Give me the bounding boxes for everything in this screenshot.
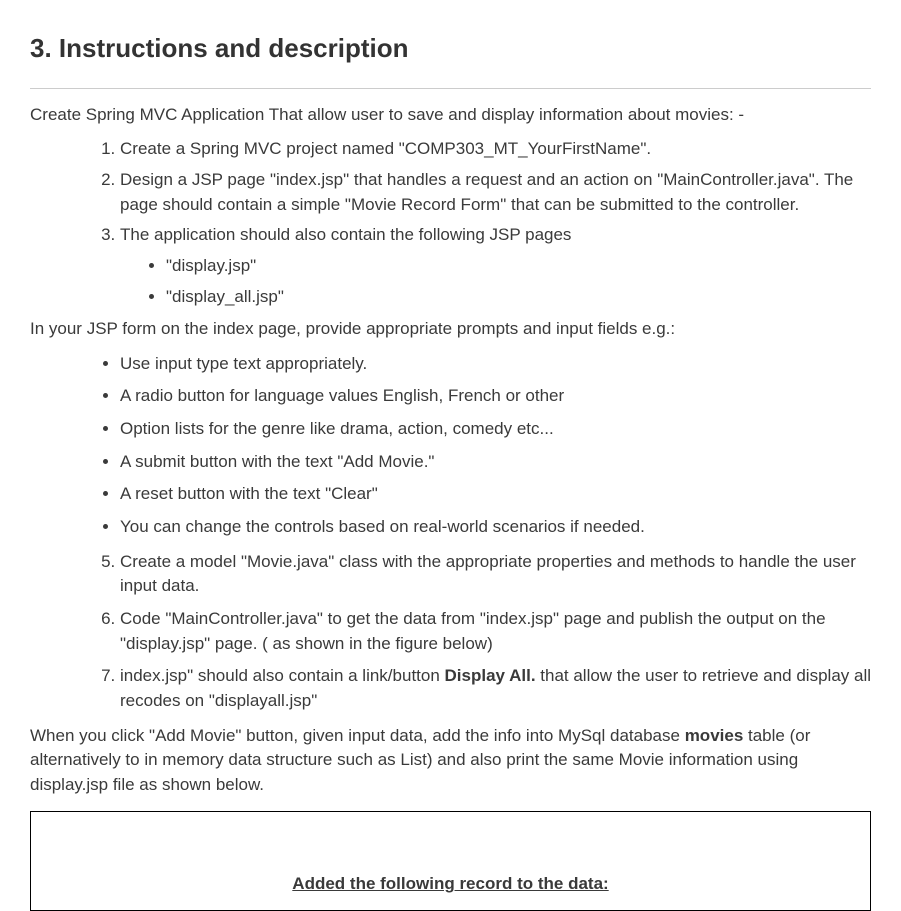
closing-paragraph: When you click "Add Movie" button, given… <box>30 724 871 798</box>
list-item: A radio button for language values Engli… <box>120 384 871 409</box>
list-item: "display.jsp" <box>166 254 871 279</box>
list-item-text: The application should also contain the … <box>120 225 571 244</box>
result-box-title: Added the following record to the data: <box>292 874 608 893</box>
list-item: index.jsp" should also contain a link/bu… <box>120 664 871 713</box>
list-item: Use input type text appropriately. <box>120 352 871 377</box>
movies-table-label: movies <box>685 726 744 745</box>
section-heading: 3. Instructions and description <box>30 30 871 68</box>
list-item: Create a model "Movie.java" class with t… <box>120 550 871 599</box>
list-item: Design a JSP page "index.jsp" that handl… <box>120 168 871 217</box>
result-box: Added the following record to the data: <box>30 811 871 911</box>
display-all-label: Display All. <box>445 666 536 685</box>
list-item: A submit button with the text "Add Movie… <box>120 450 871 475</box>
list-item: Code "MainController.java" to get the da… <box>120 607 871 656</box>
list-item: A reset button with the text "Clear" <box>120 482 871 507</box>
list-item: Option lists for the genre like drama, a… <box>120 417 871 442</box>
text-prefix: When you click "Add Movie" button, given… <box>30 726 685 745</box>
list-item: "display_all.jsp" <box>166 285 871 310</box>
instructions-list-part2: Create a model "Movie.java" class with t… <box>30 550 871 714</box>
divider <box>30 88 871 89</box>
text-prefix: index.jsp" should also contain a link/bu… <box>120 666 445 685</box>
list-item: You can change the controls based on rea… <box>120 515 871 540</box>
form-intro-paragraph: In your JSP form on the index page, prov… <box>30 317 871 342</box>
instructions-list-part1: Create a Spring MVC project named "COMP3… <box>30 137 871 309</box>
list-item: Create a Spring MVC project named "COMP3… <box>120 137 871 162</box>
intro-paragraph: Create Spring MVC Application That allow… <box>30 103 871 128</box>
jsp-pages-list: "display.jsp" "display_all.jsp" <box>120 254 871 309</box>
list-item: The application should also contain the … <box>120 223 871 309</box>
form-requirements-list: Use input type text appropriately. A rad… <box>30 352 871 540</box>
